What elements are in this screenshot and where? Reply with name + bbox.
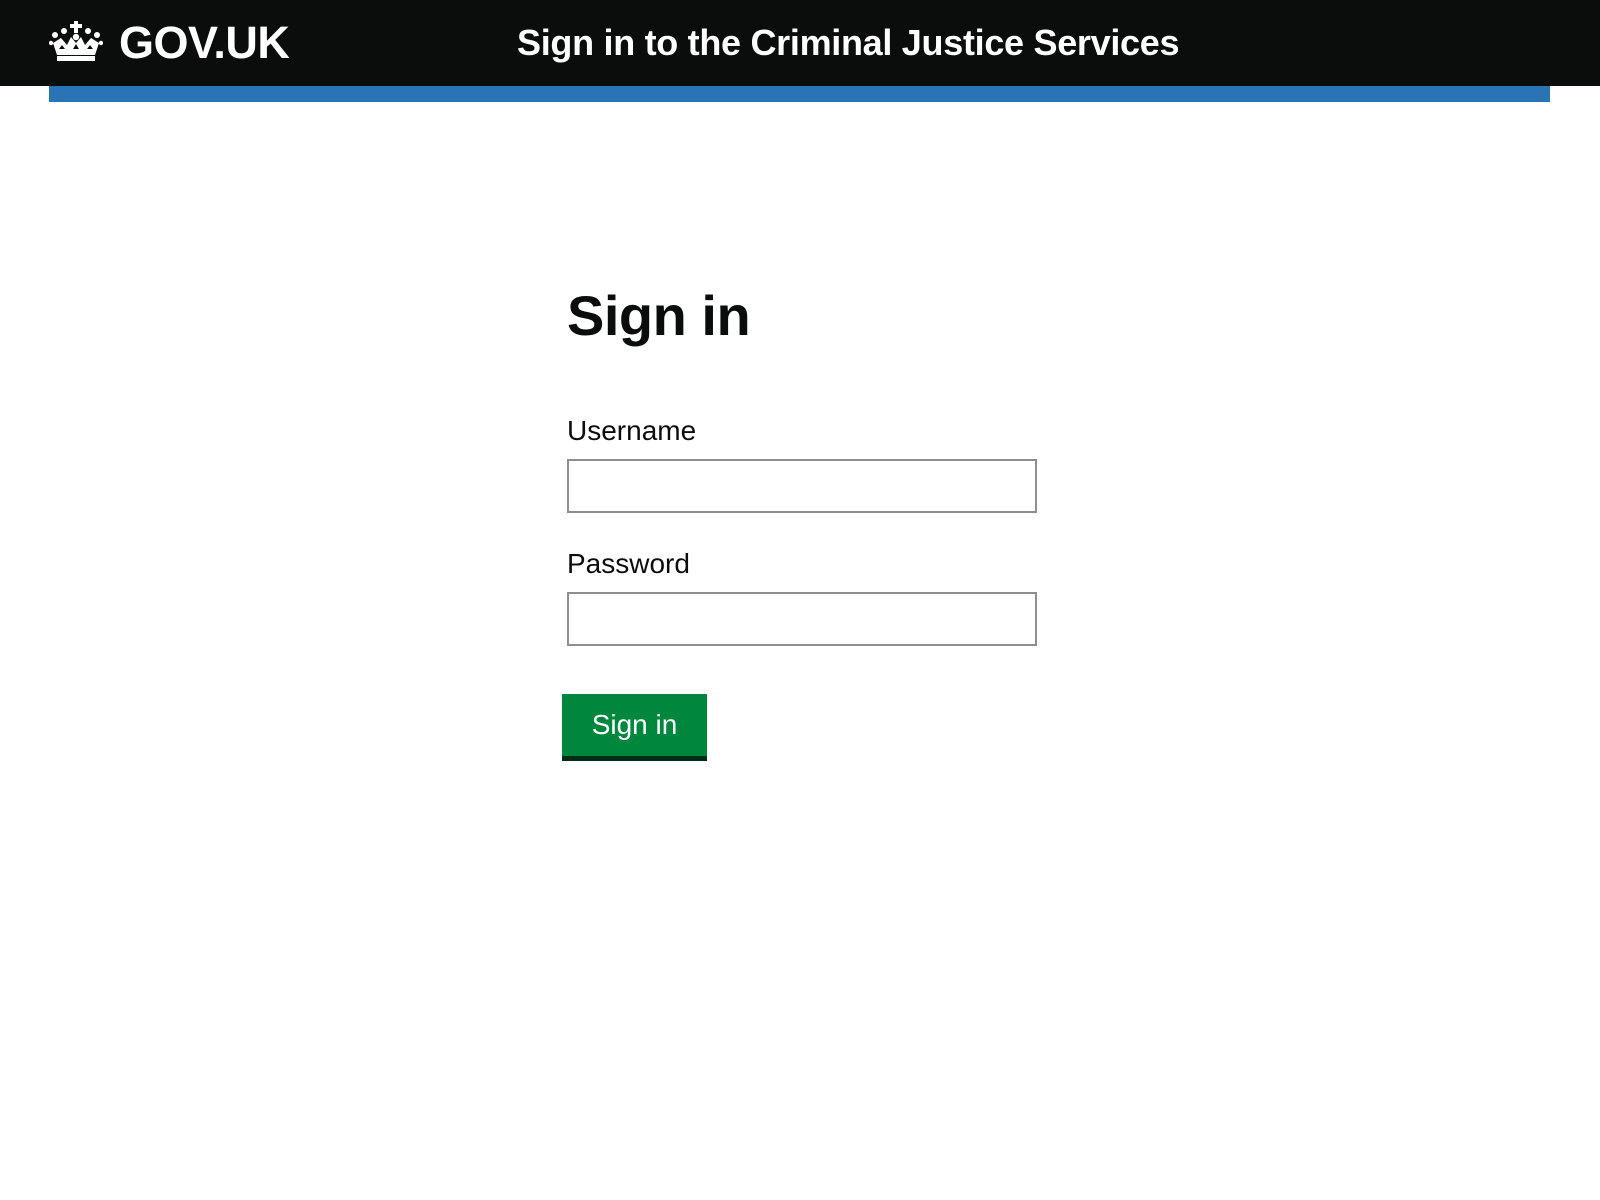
govuk-logo-link[interactable]: GOV.UK — [49, 17, 290, 68]
crown-icon — [49, 21, 103, 61]
username-label: Username — [567, 415, 697, 446]
sign-in-button[interactable]: Sign in — [562, 694, 707, 756]
sign-in-form: Sign in Username Password Sign in — [562, 280, 1047, 756]
govuk-logo-text: GOV.UK — [119, 17, 290, 68]
header-blue-bar — [49, 86, 1550, 102]
password-label: Password — [567, 548, 690, 579]
service-name-link[interactable]: Sign in to the Criminal Justice Services — [517, 18, 1180, 68]
username-input[interactable] — [567, 459, 1037, 513]
password-input[interactable] — [567, 592, 1037, 646]
site-header: GOV.UK Sign in to the Criminal Justice S… — [0, 0, 1600, 86]
page-title: Sign in — [567, 284, 751, 347]
